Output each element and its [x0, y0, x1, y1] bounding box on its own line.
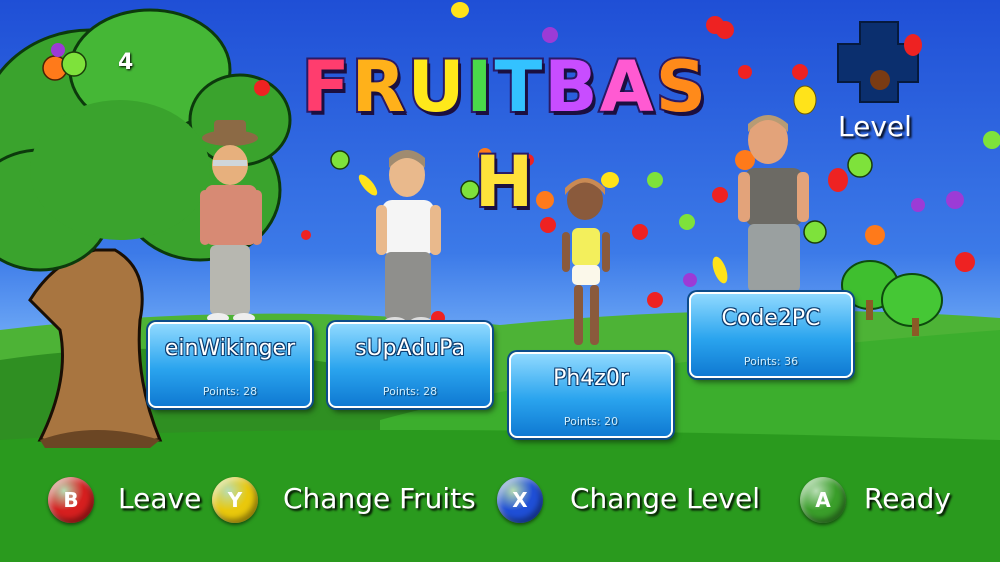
a-button-icon[interactable]: A	[800, 477, 846, 523]
avatar-code2pc	[738, 115, 809, 292]
level-preview	[837, 21, 922, 103]
ready-label[interactable]: Ready	[864, 482, 951, 515]
player-card-1[interactable]: einWikinger Points: 28	[148, 322, 312, 408]
player-points: Points: 20	[563, 415, 619, 428]
logo-letter: A	[598, 44, 656, 130]
logo-letter: F	[300, 44, 352, 130]
logo-letter: U	[406, 44, 467, 130]
controls-bar: B Leave Y Change Fruits X Change Level A…	[0, 470, 1000, 530]
x-button-icon[interactable]: X	[497, 477, 543, 523]
fruit-counter: 4	[118, 50, 134, 75]
logo-letter: S	[654, 44, 709, 130]
level-label: Level	[838, 110, 912, 143]
player-card-4[interactable]: Code2PC Points: 36	[689, 292, 853, 378]
player-points: Points: 36	[743, 355, 799, 368]
logo-letter: R	[350, 44, 408, 130]
player-name: einWikinger	[164, 336, 296, 361]
player-card-2[interactable]: sUpAduPa Points: 28	[328, 322, 492, 408]
change-level-label[interactable]: Change Level	[570, 482, 760, 515]
player-name: Code2PC	[721, 306, 821, 331]
player-points: Points: 28	[382, 385, 438, 398]
logo-letter: B	[542, 44, 600, 130]
logo-letter: I	[464, 44, 495, 130]
logo-letter: T	[492, 44, 545, 130]
player-name: Ph4z0r	[553, 366, 629, 391]
player-points: Points: 28	[202, 385, 258, 398]
b-button-icon[interactable]: B	[48, 477, 94, 523]
avatar-supadupa	[376, 150, 441, 327]
y-button-icon[interactable]: Y	[212, 477, 258, 523]
player-card-3[interactable]: Ph4z0r Points: 20	[509, 352, 673, 438]
game-logo: FRUITBAS H	[295, 40, 715, 225]
leave-label[interactable]: Leave	[118, 482, 201, 515]
logo-letter: H	[473, 139, 536, 225]
player-name: sUpAduPa	[355, 336, 465, 361]
change-fruits-label[interactable]: Change Fruits	[283, 482, 476, 515]
